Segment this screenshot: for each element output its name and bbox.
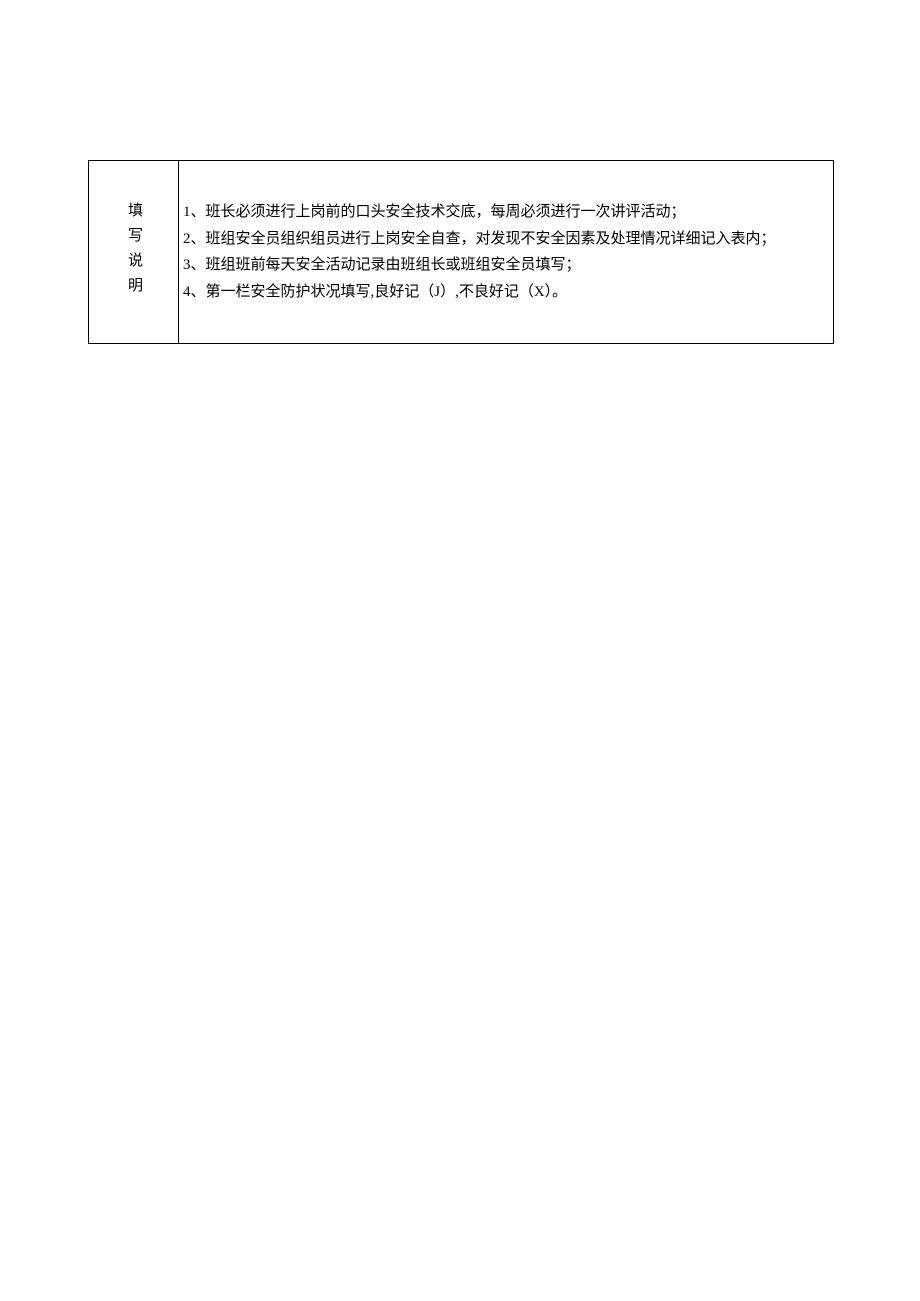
row-header-text: 填写说明	[126, 202, 141, 302]
instruction-line: 2、班组安全员组织组员进行上岗安全自查，对发现不安全因素及处理情况详细记入表内；	[183, 226, 829, 253]
instruction-line: 4、第一栏安全防护状况填写,良好记（J）,不良好记（X）。	[183, 279, 829, 306]
content-cell: 1、班长必须进行上岗前的口头安全技术交底，每周必须进行一次讲评活动； 2、班组安…	[179, 161, 833, 343]
row-header-cell: 填写说明	[89, 161, 179, 343]
instruction-line: 3、班组班前每天安全活动记录由班组长或班组安全员填写；	[183, 252, 829, 279]
instruction-table: 填写说明 1、班长必须进行上岗前的口头安全技术交底，每周必须进行一次讲评活动； …	[88, 160, 834, 344]
instruction-line: 1、班长必须进行上岗前的口头安全技术交底，每周必须进行一次讲评活动；	[183, 199, 829, 226]
